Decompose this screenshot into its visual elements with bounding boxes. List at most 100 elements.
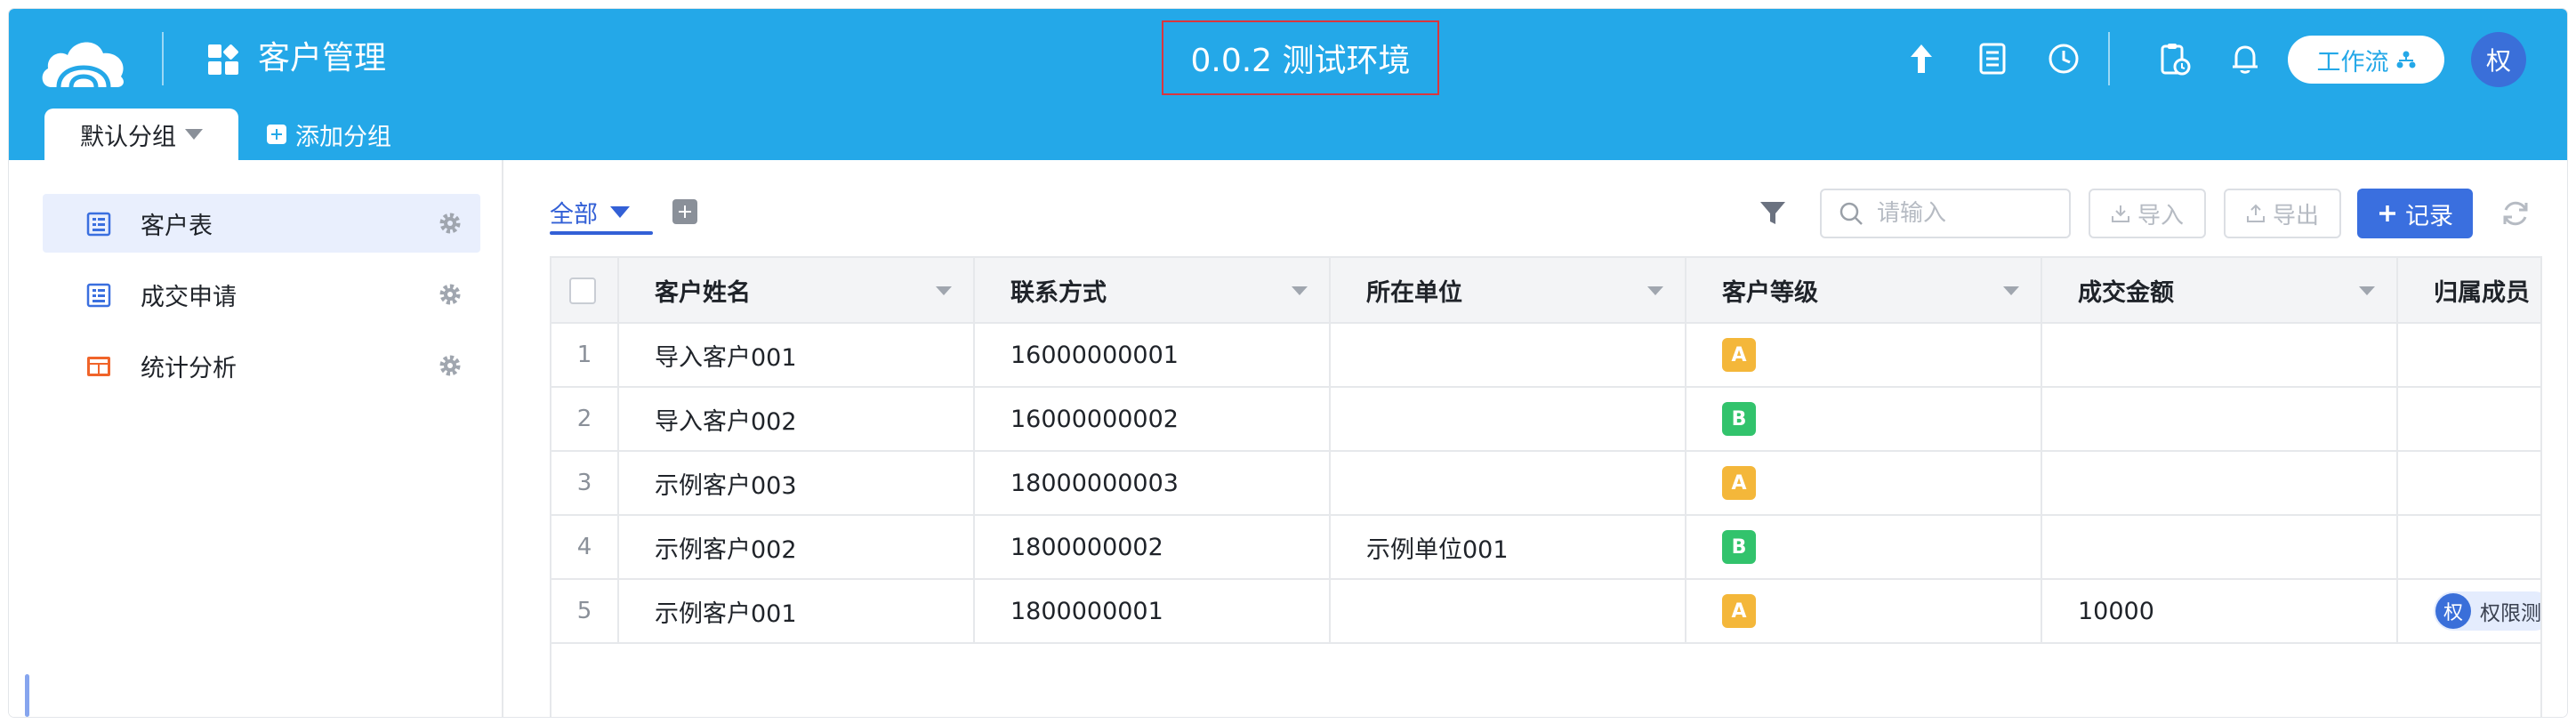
member-avatar: 权: [2435, 593, 2471, 629]
workflow-label: 工作流: [2316, 48, 2389, 76]
plus-icon: [267, 125, 286, 144]
add-group-button[interactable]: 添加分组: [267, 109, 391, 160]
sidebar-item-label: 客户表: [141, 212, 213, 240]
column-header-company[interactable]: 所在单位: [1331, 258, 1686, 322]
cell-company[interactable]: 示例单位001: [1331, 516, 1686, 578]
logo-divider: [162, 32, 164, 85]
cell-member[interactable]: 权 权限测: [2398, 580, 2540, 642]
member-chip[interactable]: 权 权限测: [2434, 591, 2540, 631]
sort-caret-icon[interactable]: [1292, 286, 1308, 295]
workflow-button[interactable]: 工作流: [2288, 36, 2444, 84]
cell-level[interactable]: A: [1686, 580, 2042, 642]
cell-amount[interactable]: [2042, 388, 2398, 450]
row-index: 5: [551, 580, 619, 642]
form-icon: [86, 212, 111, 237]
upload-tray-icon: [2246, 204, 2265, 222]
cell-company[interactable]: [1331, 388, 1686, 450]
column-header-member[interactable]: 归属成员: [2398, 258, 2540, 322]
cell-name[interactable]: 导入客户002: [619, 388, 975, 450]
table-row[interactable]: 1 导入客户001 16000000001 A: [551, 324, 2540, 388]
caret-down-icon[interactable]: [610, 205, 630, 218]
cell-contact[interactable]: 16000000002: [975, 388, 1331, 450]
environment-label: 0.0.2 测试环境: [1162, 20, 1439, 95]
add-record-button[interactable]: 记录: [2357, 189, 2473, 238]
gear-icon[interactable]: [438, 211, 463, 236]
scroll-handle[interactable]: [25, 674, 29, 717]
cell-level[interactable]: B: [1686, 516, 2042, 578]
select-all-checkbox[interactable]: [569, 278, 596, 304]
cell-amount[interactable]: [2042, 516, 2398, 578]
export-label: 导出: [2272, 202, 2319, 229]
user-avatar[interactable]: 权: [2471, 32, 2526, 87]
cell-level[interactable]: A: [1686, 452, 2042, 514]
view-tab-all[interactable]: 全部: [550, 192, 630, 231]
cell-name[interactable]: 示例客户001: [619, 580, 975, 642]
search-input[interactable]: [1877, 200, 2046, 227]
column-header-contact[interactable]: 联系方式: [975, 258, 1331, 322]
gear-icon[interactable]: [438, 353, 463, 378]
column-header-level[interactable]: 客户等级: [1686, 258, 2042, 322]
bell-icon[interactable]: [2227, 41, 2263, 76]
group-tab-default[interactable]: 默认分组: [44, 109, 238, 160]
sort-caret-icon[interactable]: [936, 286, 952, 295]
download-tray-icon: [2111, 205, 2129, 222]
level-badge: A: [1722, 594, 1756, 628]
sort-caret-icon[interactable]: [2359, 286, 2375, 295]
level-badge: A: [1722, 338, 1756, 372]
cell-company[interactable]: [1331, 452, 1686, 514]
plus-icon: [2379, 205, 2395, 221]
app-grid-icon: [208, 44, 238, 75]
add-view-icon[interactable]: [672, 199, 697, 224]
cell-member[interactable]: [2398, 388, 2540, 450]
row-index: 4: [551, 516, 619, 578]
upload-arrow-icon[interactable]: [1904, 41, 1939, 76]
cell-company[interactable]: [1331, 580, 1686, 642]
org-tree-icon: [2396, 51, 2415, 68]
table-row[interactable]: 5 示例客户001 1800000001 A 10000 权 权限测: [551, 580, 2540, 644]
app-window: 客户管理 0.0.2 测试环境 工作流 权 默认分组 添加分组 客户表 成交申请…: [9, 9, 2567, 717]
toolbar-divider: [2108, 32, 2110, 85]
cell-name[interactable]: 示例客户003: [619, 452, 975, 514]
column-header-amount[interactable]: 成交金额: [2042, 258, 2398, 322]
search-icon: [1839, 202, 1863, 225]
document-icon[interactable]: [1975, 41, 2010, 76]
cell-level[interactable]: B: [1686, 388, 2042, 450]
cell-amount[interactable]: [2042, 324, 2398, 386]
clipboard-clock-icon[interactable]: [2156, 41, 2192, 76]
cell-name[interactable]: 导入客户001: [619, 324, 975, 386]
cell-name[interactable]: 示例客户002: [619, 516, 975, 578]
caret-down-icon[interactable]: [185, 129, 203, 140]
cell-contact[interactable]: 1800000001: [975, 580, 1331, 642]
sidebar-item-deal-request[interactable]: 成交申请: [43, 265, 480, 324]
sort-caret-icon[interactable]: [1647, 286, 1663, 295]
active-view-indicator: [550, 231, 653, 235]
sort-caret-icon[interactable]: [2003, 286, 2019, 295]
table-row[interactable]: 2 导入客户002 16000000002 B: [551, 388, 2540, 452]
refresh-icon[interactable]: [2500, 197, 2532, 229]
cell-amount[interactable]: [2042, 452, 2398, 514]
cell-contact[interactable]: 18000000003: [975, 452, 1331, 514]
gear-icon[interactable]: [438, 282, 463, 307]
table-row[interactable]: 4 示例客户002 1800000002 示例单位001 B: [551, 516, 2540, 580]
cell-member[interactable]: [2398, 452, 2540, 514]
dashboard-icon: [87, 357, 110, 376]
cell-member[interactable]: [2398, 324, 2540, 386]
cell-contact[interactable]: 16000000001: [975, 324, 1331, 386]
import-button[interactable]: 导入: [2089, 189, 2206, 238]
sidebar-item-customers[interactable]: 客户表: [43, 194, 480, 253]
column-header-name[interactable]: 客户姓名: [619, 258, 975, 322]
table-row[interactable]: 3 示例客户003 18000000003 A: [551, 452, 2540, 516]
cell-amount[interactable]: 10000: [2042, 580, 2398, 642]
cell-contact[interactable]: 1800000002: [975, 516, 1331, 578]
clock-icon[interactable]: [2046, 41, 2081, 76]
export-button[interactable]: 导出: [2224, 189, 2341, 238]
filter-icon[interactable]: [1758, 197, 1788, 228]
search-box[interactable]: [1820, 189, 2071, 238]
sidebar-item-statistics[interactable]: 统计分析: [43, 336, 480, 395]
row-index: 3: [551, 452, 619, 514]
cell-level[interactable]: A: [1686, 324, 2042, 386]
cloud-logo-icon[interactable]: [39, 28, 128, 94]
sidebar-item-label: 成交申请: [141, 283, 237, 311]
cell-member[interactable]: [2398, 516, 2540, 578]
cell-company[interactable]: [1331, 324, 1686, 386]
